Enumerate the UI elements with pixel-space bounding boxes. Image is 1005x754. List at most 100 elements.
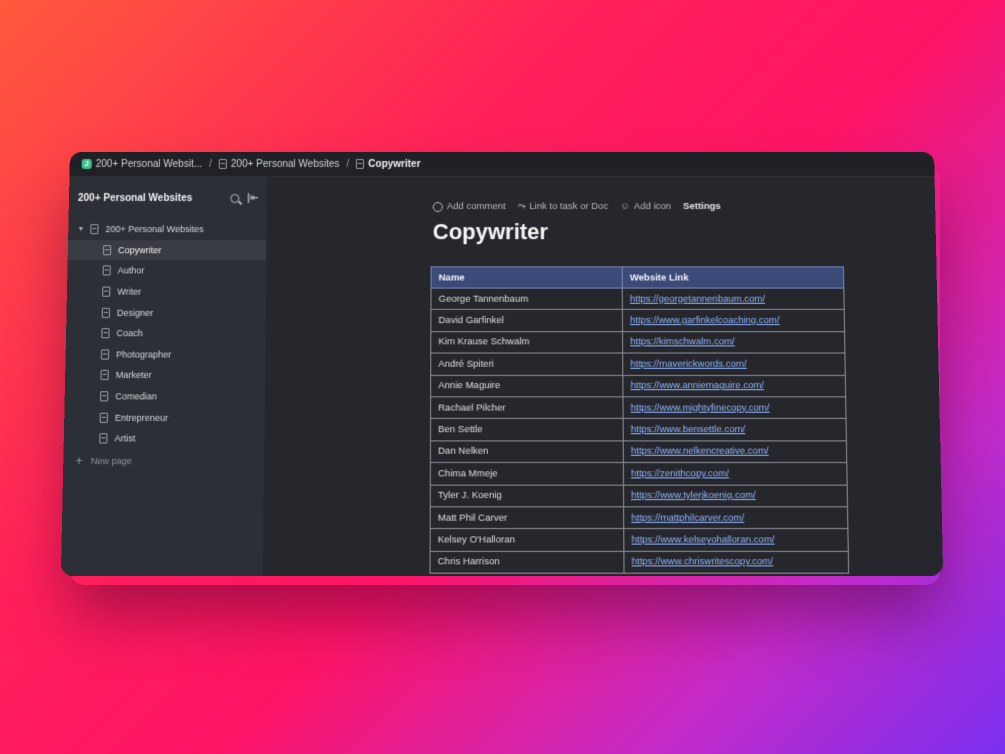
website-link[interactable]: https://www.tylerjkoenig.com/: [631, 490, 756, 501]
breadcrumb-folder[interactable]: 200+ Personal Websites: [218, 158, 339, 169]
doc-icon: [102, 286, 111, 297]
breadcrumb-current[interactable]: Copywriter: [356, 158, 421, 170]
website-link[interactable]: https://www.kelseyohalloran.com/: [631, 534, 774, 545]
cell-name[interactable]: George Tannenbaum: [430, 288, 623, 310]
sidebar-item-label: Writer: [117, 286, 142, 297]
table-header-row: Name Website Link: [431, 266, 844, 289]
table-row: Kelsey O'Halloran https://www.kelseyohal…: [430, 528, 849, 552]
sidebar-item-author[interactable]: Author: [67, 261, 266, 282]
cell-website[interactable]: https://kimschwalm.com/: [622, 331, 845, 354]
website-link[interactable]: https://maverickwords.com/: [630, 358, 746, 369]
sidebar-item-artist[interactable]: Artist: [64, 428, 264, 449]
cell-name[interactable]: Kim Krause Schwalm: [430, 331, 623, 354]
sidebar-item-label: Designer: [116, 307, 154, 318]
cell-website[interactable]: https://www.nelkencreative.com/: [623, 440, 847, 463]
sidebar-item-root[interactable]: ▼ 200+ Personal Websites: [68, 219, 266, 240]
table-row: David Garfinkel https://www.garfinkelcoa…: [430, 309, 845, 332]
sidebar-item-marketer[interactable]: Marketer: [65, 365, 265, 386]
cell-website[interactable]: https://mattphilcarver.com/: [623, 506, 848, 529]
sidebar-item-label: Photographer: [116, 349, 172, 360]
sidebar-item-label: Comedian: [115, 391, 157, 402]
doc-icon: [90, 224, 99, 235]
sidebar-item-label: Coach: [116, 328, 143, 339]
doc-icon: [101, 328, 110, 339]
add-comment-label: Add comment: [446, 201, 506, 213]
sidebar-item-writer[interactable]: Writer: [67, 281, 266, 302]
table-row: Kim Krause Schwalm https://kimschwalm.co…: [430, 331, 845, 354]
sidebar-item-entrepreneur[interactable]: Entrepreneur: [64, 407, 264, 428]
caret-down-icon[interactable]: ▼: [77, 226, 84, 233]
website-link[interactable]: https://www.mightyfinecopy.com/: [631, 402, 770, 413]
table-row: George Tannenbaum https://georgetannenba…: [430, 288, 845, 310]
website-link[interactable]: https://www.chriswritescopy.com/: [632, 556, 774, 567]
cell-website[interactable]: https://www.mightyfinecopy.com/: [622, 396, 847, 419]
cell-website[interactable]: https://www.garfinkelcoaching.com/: [622, 309, 845, 332]
sidebar-item-coach[interactable]: Coach: [66, 323, 265, 344]
breadcrumb-label: Copywriter: [368, 158, 421, 170]
website-link[interactable]: https://www.nelkencreative.com/: [631, 446, 769, 457]
cell-name[interactable]: André Spiteri: [430, 353, 623, 375]
cell-name[interactable]: Annie Maguire: [430, 374, 623, 397]
cell-name[interactable]: Kelsey O'Halloran: [430, 528, 624, 552]
cell-name[interactable]: Dan Nelken: [430, 440, 624, 463]
cell-website[interactable]: https://zenithcopy.com/: [623, 462, 848, 485]
main-content: Add comment ⤳ Link to task or Doc ☺ Add …: [263, 177, 943, 576]
website-link[interactable]: https://www.anniemaguire.com/: [630, 380, 764, 391]
sidebar-item-copywriter[interactable]: Copywriter: [67, 239, 266, 261]
doc-icon: [102, 245, 112, 256]
doc-icon: [101, 307, 110, 318]
new-page-button[interactable]: + New page: [63, 449, 263, 472]
websites-table: Name Website Link George Tannenbaum http…: [430, 266, 850, 574]
sidebar: 200+ Personal Websites |⇤ ▼ 200+ Persona…: [60, 176, 268, 576]
cell-website[interactable]: https://www.tylerjkoenig.com/: [623, 484, 848, 507]
column-header-website[interactable]: Website Link: [622, 266, 844, 289]
cell-name[interactable]: Chima Mmeje: [430, 462, 624, 485]
cell-website[interactable]: https://www.chriswritescopy.com/: [623, 551, 849, 574]
sidebar-item-photographer[interactable]: Photographer: [65, 344, 264, 365]
link-task-label: Link to task or Doc: [529, 201, 609, 213]
sidebar-item-designer[interactable]: Designer: [66, 302, 265, 323]
cell-name[interactable]: Matt Phil Carver: [430, 506, 624, 529]
cell-name[interactable]: David Garfinkel: [430, 309, 623, 332]
column-header-name[interactable]: Name: [431, 266, 623, 289]
doc-icon: [99, 433, 108, 444]
doc-icon: [218, 158, 227, 169]
cell-name[interactable]: Rachael Pilcher: [430, 396, 624, 419]
page-toolbar: Add comment ⤳ Link to task or Doc ☺ Add …: [432, 201, 721, 213]
website-link[interactable]: https://zenithcopy.com/: [631, 468, 729, 479]
cell-name[interactable]: Ben Settle: [430, 418, 624, 441]
cell-website[interactable]: https://www.kelseyohalloran.com/: [623, 528, 849, 552]
app-window: J 200+ Personal Websit... / 200+ Persona…: [60, 152, 944, 576]
breadcrumb-workspace[interactable]: J 200+ Personal Websit...: [81, 158, 202, 169]
settings-button[interactable]: Settings: [683, 201, 721, 212]
cell-name[interactable]: Tyler J. Koenig: [430, 484, 624, 507]
cell-name[interactable]: Chris Harrison: [430, 551, 625, 574]
page-tree: ▼ 200+ Personal Websites Copywriter Auth…: [63, 219, 266, 472]
add-icon-button[interactable]: ☺ Add icon: [620, 201, 671, 212]
cell-website[interactable]: https://www.bensettle.com/: [623, 418, 847, 441]
collapse-sidebar-icon[interactable]: |⇤: [247, 192, 258, 203]
workspace-badge-icon: J: [81, 158, 92, 169]
sidebar-item-label: 200+ Personal Websites: [105, 224, 204, 235]
page-title: Copywriter: [432, 219, 549, 245]
sidebar-item-comedian[interactable]: Comedian: [64, 386, 264, 407]
website-link[interactable]: https://mattphilcarver.com/: [631, 512, 744, 523]
website-link[interactable]: https://georgetannenbaum.com/: [630, 293, 765, 304]
add-comment-button[interactable]: Add comment: [432, 201, 506, 213]
sidebar-item-label: Marketer: [115, 370, 152, 381]
sidebar-item-label: Author: [117, 265, 145, 276]
doc-icon: [100, 391, 109, 402]
sidebar-item-label: Copywriter: [118, 245, 162, 256]
table-row: Tyler J. Koenig https://www.tylerjkoenig…: [430, 484, 848, 507]
cell-website[interactable]: https://georgetannenbaum.com/: [622, 288, 845, 310]
website-link[interactable]: https://kimschwalm.com/: [630, 337, 735, 348]
website-link[interactable]: https://www.garfinkelcoaching.com/: [630, 315, 780, 326]
doc-icon: [100, 349, 110, 360]
link-task-button[interactable]: ⤳ Link to task or Doc: [518, 201, 609, 212]
search-icon[interactable]: [230, 193, 240, 203]
table-row: Matt Phil Carver https://mattphilcarver.…: [430, 506, 848, 529]
website-link[interactable]: https://www.bensettle.com/: [631, 424, 746, 435]
link-icon: ⤳: [517, 201, 526, 213]
cell-website[interactable]: https://maverickwords.com/: [622, 353, 846, 375]
cell-website[interactable]: https://www.anniemaguire.com/: [622, 374, 846, 397]
